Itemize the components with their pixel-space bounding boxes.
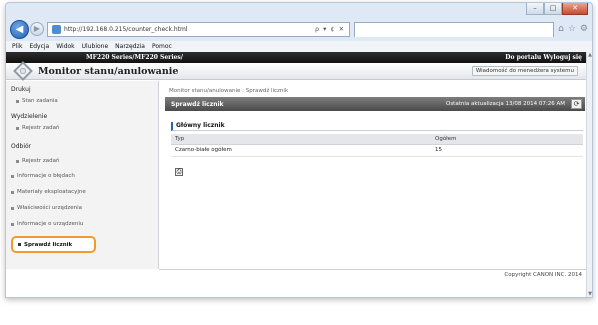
sidebar-item-print-job-status[interactable]: Stan zadania <box>16 98 58 104</box>
sidebar-heading-print: Drukuj <box>11 86 31 93</box>
sidebar-heading-send: Wydzielenie <box>11 113 48 120</box>
section-header: Sprawdź licznik Ostatnia aktualizacja 13… <box>165 97 585 111</box>
window-controls: – □ ✕ <box>526 3 588 15</box>
menu-edit[interactable]: Edycja <box>29 43 49 50</box>
browser-window: – □ ✕ ◀ ▶ http://192.168.0.215/counter_c… <box>5 2 593 298</box>
menu-tools[interactable]: Narzędzia <box>115 43 145 50</box>
minimize-button[interactable]: – <box>526 3 544 15</box>
print-icon[interactable]: ⎙ <box>175 168 183 176</box>
admin-message-link[interactable]: Wiadomość do menedżera systemu <box>471 66 578 76</box>
menu-help[interactable]: Pomoc <box>152 43 172 50</box>
cell-total: 15 <box>431 144 583 157</box>
sidebar-item-device-features[interactable]: Właściwości urządzenia <box>11 205 82 211</box>
bullet-icon <box>16 126 19 130</box>
sidebar-item-device-info[interactable]: Informacje o urządzeniu <box>11 221 83 227</box>
main-counter-title: Główny licznik <box>171 122 583 131</box>
menu-view[interactable]: Widok <box>56 43 74 50</box>
vertical-scrollbar[interactable]: ▲ ▼ <box>586 52 592 297</box>
sidebar-item-check-counter[interactable]: Sprawdź licznik <box>11 236 96 253</box>
breadcrumb: Monitor stanu/anulowanie : Sprawdź liczn… <box>169 88 289 94</box>
bullet-icon <box>16 99 19 103</box>
sidebar-heading-receive: Odbiór <box>11 143 32 150</box>
page-header: Monitor stanu/anulowanie Wiadomość do me… <box>6 61 586 81</box>
address-controls[interactable]: ρ ▾ ¢ ✕ <box>315 25 345 33</box>
star-icon[interactable]: ☆ <box>568 24 576 34</box>
cell-type: Czarno-białe ogółem <box>171 144 431 157</box>
page-footer: Copyright CANON INC. 2014 <box>159 269 586 279</box>
browser-navbar: ◀ ▶ http://192.168.0.215/counter_check.h… <box>10 19 588 39</box>
address-bar[interactable]: http://192.168.0.215/counter_check.html … <box>47 21 351 37</box>
page-content: MF220 Series/MF220 Series/ Do portalu Wy… <box>6 52 592 297</box>
model-bar: MF220 Series/MF220 Series/ Do portalu Wy… <box>6 52 586 63</box>
section-title: Sprawdź licznik <box>171 100 224 108</box>
forward-button[interactable]: ▶ <box>30 22 44 36</box>
monitor-status-icon <box>13 61 33 81</box>
url-text: http://192.168.0.215/counter_check.html <box>64 25 188 33</box>
bullet-icon <box>11 206 14 210</box>
close-button[interactable]: ✕ <box>562 3 588 15</box>
column-header-type: Typ <box>171 134 431 145</box>
sidebar-item-error-info[interactable]: Informacje o błędach <box>11 173 75 179</box>
model-name: MF220 Series/MF220 Series/ <box>86 54 183 61</box>
portal-logout-link[interactable]: Do portalu Wyloguj się <box>505 54 582 61</box>
page-favicon-icon <box>52 24 61 34</box>
bullet-icon <box>16 159 19 163</box>
table-header-row: Typ Ogółem <box>171 134 583 145</box>
last-update-text: Ostatnia aktualizacja 13/08 2014 07:26 A… <box>445 101 565 107</box>
home-icon[interactable]: ⌂ <box>558 24 564 34</box>
back-button[interactable]: ◀ <box>10 19 29 39</box>
sidebar-item-consumables[interactable]: Materiały eksploatacyjne <box>11 189 86 195</box>
copyright-text: Copyright CANON INC. 2014 <box>504 272 582 278</box>
bullet-icon <box>18 243 21 246</box>
menu-favorites[interactable]: Ulubione <box>82 43 109 50</box>
menu-bar: Plik Edycja Widok Ulubione Narzędzia Pom… <box>6 41 592 52</box>
browser-tab[interactable] <box>354 21 555 37</box>
browser-tools: ⌂ ☆ ⚙ <box>558 24 588 34</box>
bullet-icon <box>11 222 14 226</box>
scroll-up-icon[interactable]: ▲ <box>587 52 592 58</box>
bullet-icon <box>11 174 14 178</box>
bullet-icon <box>11 190 14 194</box>
refresh-icon[interactable]: ⟳ <box>571 99 582 109</box>
scroll-down-icon[interactable]: ▼ <box>587 291 592 297</box>
column-header-total: Ogółem <box>431 134 583 145</box>
gear-icon[interactable]: ⚙ <box>580 24 588 34</box>
sidebar-item-receive-job-log[interactable]: Rejestr zadań <box>16 158 60 164</box>
table-row: Czarno-białe ogółem 15 <box>171 144 583 157</box>
maximize-button[interactable]: □ <box>544 3 562 15</box>
menu-file[interactable]: Plik <box>12 43 22 50</box>
page-title: Monitor stanu/anulowanie <box>38 65 179 77</box>
sidebar: Drukuj Stan zadania Wydzielenie Rejestr … <box>6 81 159 269</box>
counter-table: Typ Ogółem Czarno-białe ogółem 15 <box>171 134 583 157</box>
sidebar-item-send-job-log[interactable]: Rejestr zadań <box>16 125 60 131</box>
